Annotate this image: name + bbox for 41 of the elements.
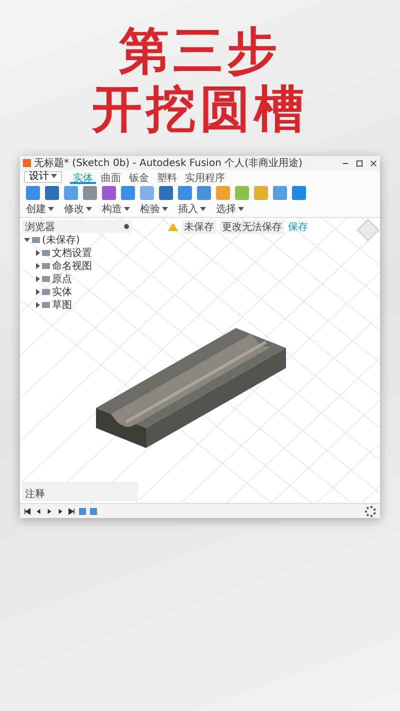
group-menu[interactable]: 插入 bbox=[178, 202, 206, 216]
tool-icon[interactable] bbox=[159, 186, 173, 200]
ribbon-tab[interactable]: 钣金 bbox=[126, 170, 152, 184]
ribbon-tab[interactable]: 实用程序 bbox=[182, 170, 228, 184]
notice-label: 未保存 bbox=[182, 220, 216, 234]
tool-icon[interactable] bbox=[45, 186, 59, 200]
comments-title: 注释 bbox=[25, 489, 45, 500]
browser-title: 浏览器 bbox=[25, 220, 55, 234]
tree-label: 草图 bbox=[52, 298, 72, 312]
tree-item[interactable]: 实体 bbox=[22, 285, 132, 298]
headline: 第三步 bbox=[119, 22, 281, 80]
close-icon[interactable] bbox=[370, 160, 377, 166]
tree-label: 实体 bbox=[52, 286, 72, 298]
tree-label: 原点 bbox=[52, 272, 72, 286]
tree-item[interactable]: 文档设置 bbox=[22, 246, 132, 259]
tree-label: (未保存) bbox=[42, 234, 80, 246]
group-menu[interactable]: 修改 bbox=[64, 202, 92, 216]
ribbon-tab[interactable]: 曲面 bbox=[98, 170, 124, 184]
tree-label: 命名视图 bbox=[52, 260, 92, 272]
tree-label: 文档设置 bbox=[52, 246, 92, 260]
skip-end-icon[interactable] bbox=[68, 508, 75, 514]
tree-item[interactable]: 命名视图 bbox=[22, 259, 132, 272]
notice-message: 更改无法保存 bbox=[220, 220, 284, 234]
group-menu[interactable]: 选择 bbox=[216, 202, 244, 216]
group-menu[interactable]: 检验 bbox=[140, 202, 168, 216]
tree-item[interactable]: 草图 bbox=[22, 298, 132, 311]
tree-item[interactable]: 原点 bbox=[22, 272, 132, 285]
maximize-icon[interactable] bbox=[356, 160, 363, 166]
window-title: 无标题* (Sketch 0b) - Autodesk Fusion 个人(非商业用途) bbox=[34, 156, 304, 170]
workspace-dropdown[interactable]: 设计 bbox=[24, 171, 62, 183]
skip-start-icon[interactable] bbox=[24, 508, 31, 514]
step-back-icon[interactable] bbox=[35, 508, 42, 514]
ribbon-tab[interactable]: 塑料 bbox=[154, 170, 180, 184]
tree-item[interactable]: (未保存) bbox=[22, 233, 132, 246]
group-menu[interactable]: 构造 bbox=[102, 202, 130, 216]
group-menu[interactable]: 创建 bbox=[26, 202, 54, 216]
settings-icon[interactable] bbox=[365, 506, 376, 516]
play-icon[interactable] bbox=[46, 508, 53, 514]
step-forward-icon[interactable] bbox=[57, 508, 64, 514]
app-logo-icon bbox=[23, 159, 31, 167]
headline: 开挖圆槽 bbox=[92, 80, 308, 138]
